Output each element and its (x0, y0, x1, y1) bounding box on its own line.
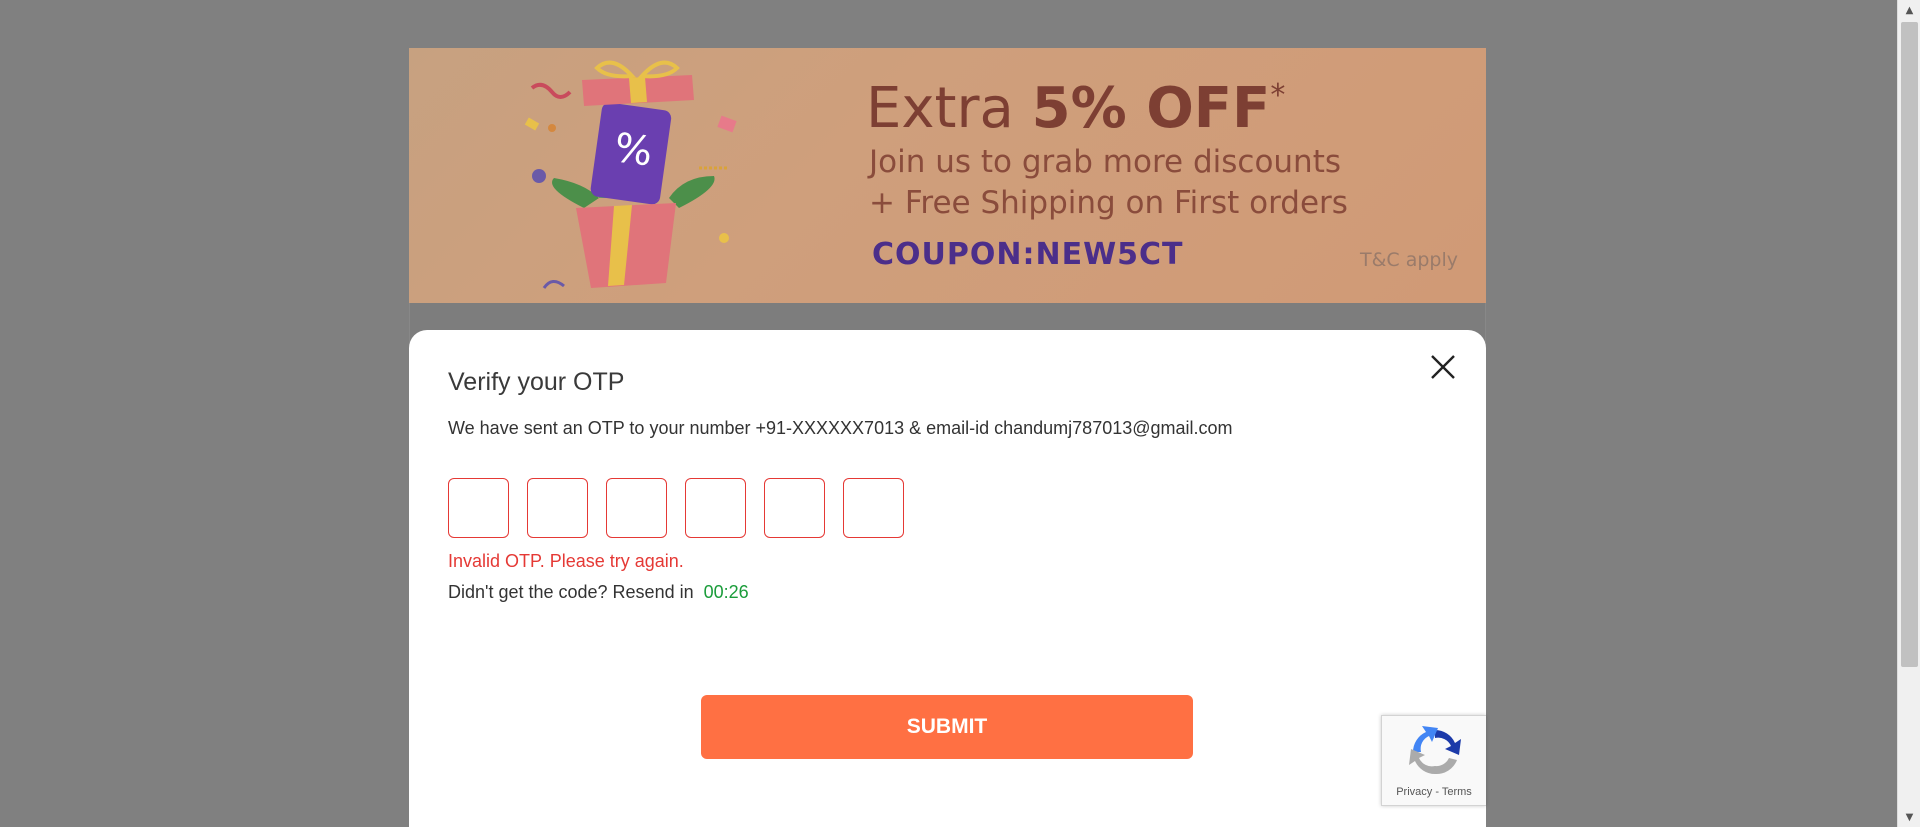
vertical-scrollbar[interactable]: ▲ ▼ (1897, 0, 1920, 827)
otp-sent-message: We have sent an OTP to your number +91-X… (448, 418, 1233, 438)
scroll-thumb[interactable] (1901, 22, 1918, 667)
coupon-code: COUPON:NEW5CT (872, 237, 1184, 272)
terms-note: T&C apply (1359, 249, 1458, 271)
resend-timer: 00:26 (703, 582, 749, 602)
scroll-down-arrow-icon[interactable]: ▼ (1898, 807, 1920, 827)
scroll-up-arrow-icon[interactable]: ▲ (1898, 0, 1920, 20)
modal-title: Verify your OTP (448, 368, 625, 396)
otp-digit-5[interactable] (764, 478, 825, 538)
resend-row: Didn't get the code? Resend in 00:26 (448, 582, 749, 603)
submit-button[interactable]: SUBMIT (701, 695, 1193, 759)
terms-link[interactable]: Terms (1442, 786, 1472, 798)
otp-digit-4[interactable] (685, 478, 746, 538)
otp-digit-1[interactable] (448, 478, 509, 538)
recaptcha-icon (1409, 726, 1461, 775)
otp-digit-6[interactable] (843, 478, 904, 538)
banner-headline: Extra 5% OFF* (866, 76, 1286, 141)
banner-line-discounts: Join us to grab more discounts (869, 144, 1342, 180)
promo-banner[interactable]: % Extra 5% OFF* Join us to grab more dis… (409, 48, 1486, 303)
otp-digit-3[interactable] (606, 478, 667, 538)
gift-box-illustration: % (524, 60, 737, 289)
banner-line-shipping: + Free Shipping on First orders (869, 185, 1348, 221)
page: % Extra 5% OFF* Join us to grab more dis… (0, 0, 1897, 827)
recaptcha-links: Privacy - Terms (1382, 786, 1486, 798)
otp-modal: Verify your OTP We have sent an OTP to y… (409, 330, 1486, 827)
otp-error-message: Invalid OTP. Please try again. (448, 551, 684, 571)
recaptcha-separator: - (1435, 786, 1439, 798)
privacy-link[interactable]: Privacy (1396, 786, 1432, 798)
recaptcha-badge[interactable]: Privacy - Terms (1381, 715, 1486, 806)
close-icon[interactable] (1426, 350, 1460, 384)
svg-text:%: % (611, 125, 655, 176)
resend-text: Didn't get the code? Resend in (448, 582, 694, 602)
otp-digit-2[interactable] (527, 478, 588, 538)
otp-input-group (448, 478, 904, 538)
